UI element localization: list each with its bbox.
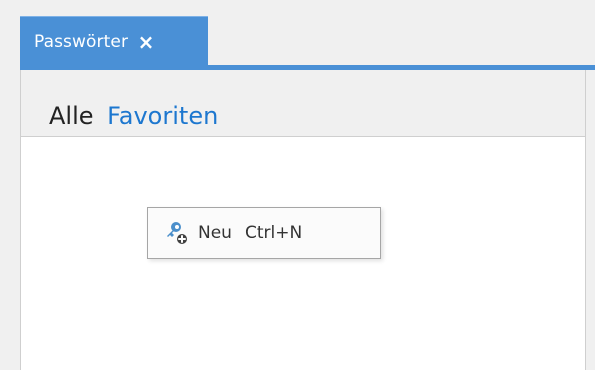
password-list-area[interactable]: Neu Ctrl+N [21, 137, 585, 370]
password-panel: Alle Favoriten Neu Ctrl+N [20, 70, 586, 370]
filter-title: Alle Favoriten [49, 104, 218, 128]
tab-label: Passwörter [34, 31, 129, 52]
tab-strip: Passwörter × [20, 16, 595, 68]
menu-item-shortcut: Ctrl+N [244, 223, 303, 243]
filter-header: Alle Favoriten [21, 70, 585, 137]
context-menu: Neu Ctrl+N [147, 207, 381, 259]
filter-favorites[interactable]: Favoriten [107, 102, 218, 130]
close-icon[interactable]: × [136, 32, 156, 52]
filter-all[interactable]: Alle [49, 102, 94, 130]
tab-passwords[interactable]: Passwörter × [20, 16, 208, 66]
menu-item-new[interactable]: Neu Ctrl+N [148, 208, 380, 258]
menu-item-label: Neu [198, 223, 232, 243]
password-window: Passwörter × Alle Favoriten Neu Ctrl+N [0, 0, 595, 370]
key-add-icon [162, 219, 190, 247]
